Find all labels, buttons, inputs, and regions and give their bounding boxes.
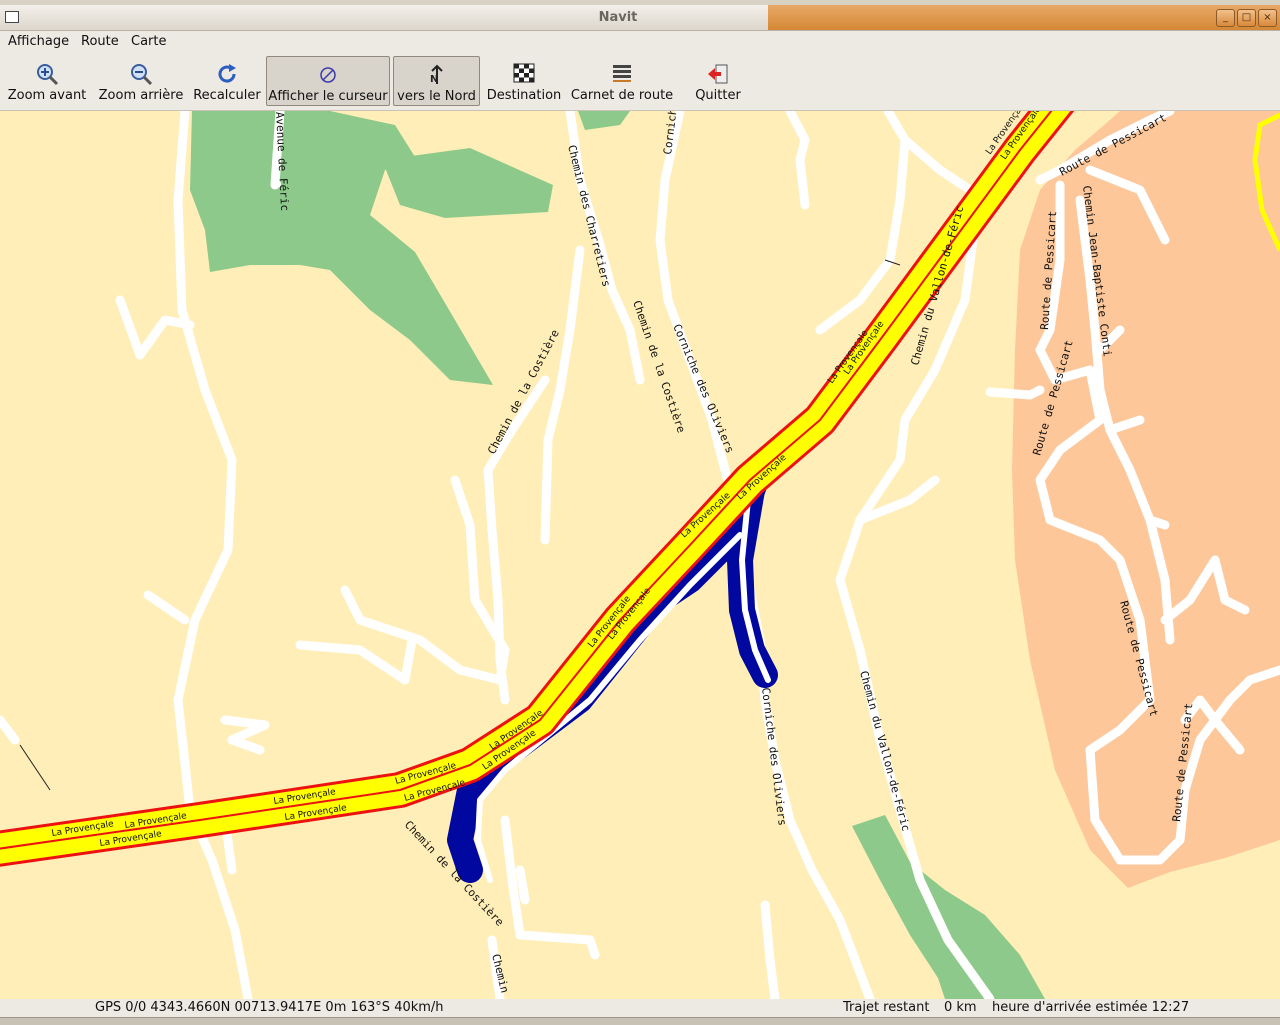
menu-carte[interactable]: Carte: [131, 34, 166, 49]
window-title: Navit: [598, 10, 638, 25]
remaining-value: 0 km: [944, 1000, 977, 1015]
close-button[interactable]: ×: [1258, 9, 1277, 27]
north-button[interactable]: N vers le Nord: [393, 56, 480, 106]
zoom-out-button[interactable]: Zoom arrière: [95, 56, 187, 106]
remaining-label: Trajet restant: [843, 1000, 930, 1015]
quit-label: Quitter: [695, 88, 741, 103]
show-cursor-button[interactable]: Afficher le curseur: [266, 56, 390, 106]
minimize-button[interactable]: _: [1216, 9, 1235, 27]
maximize-button[interactable]: □: [1237, 9, 1256, 27]
map-canvas[interactable]: Avenue de Féric Chemin des Charretiers C…: [0, 111, 1280, 999]
north-label: vers le Nord: [397, 89, 476, 104]
refresh-icon: [218, 64, 236, 83]
road-pessicart-5: [985, 385, 1045, 400]
zoom-out-label: Zoom arrière: [98, 88, 184, 103]
zoom-out-icon: [131, 64, 153, 86]
statusbar: GPS 0/0 4343.4660N 00713.9417E 0m 163°S …: [0, 999, 1280, 1017]
road-pessicart-7: [1145, 515, 1170, 530]
roadbook-label: Carnet de route: [570, 88, 674, 103]
toolbar: Zoom avant Zoom arrière Recalculer Affic…: [0, 54, 1280, 111]
menu-affichage[interactable]: Affichage: [8, 34, 69, 49]
window-titlebar[interactable]: Navit _ □ ×: [0, 5, 1280, 31]
show-cursor-label: Afficher le curseur: [268, 89, 388, 104]
roadbook-icon: [613, 65, 631, 82]
zoom-in-label: Zoom avant: [7, 88, 87, 103]
recalculate-label: Recalculer: [193, 88, 261, 103]
svg-text:N: N: [430, 74, 438, 85]
zoom-in-icon: [37, 64, 59, 86]
recalculate-button[interactable]: Recalculer: [191, 56, 263, 106]
roadbook-button[interactable]: Carnet de route: [568, 56, 676, 106]
cursor-icon: [320, 67, 336, 83]
eta-text: heure d'arrivée estimée 12:27: [992, 1000, 1190, 1015]
checkered-flag-icon: [513, 63, 535, 83]
road-south-2: [515, 865, 530, 905]
menu-route[interactable]: Route: [81, 34, 119, 49]
exit-icon: [708, 64, 728, 84]
north-arrow-icon: N: [430, 64, 443, 85]
destination-button[interactable]: Destination: [484, 56, 564, 106]
map-view[interactable]: Avenue de Féric Chemin des Charretiers C…: [0, 111, 1280, 999]
destination-label: Destination: [486, 88, 562, 103]
menubar: Affichage Route Carte: [0, 31, 1280, 54]
gps-status: GPS 0/0 4343.4660N 00713.9417E 0m 163°S …: [95, 1000, 444, 1015]
quit-button[interactable]: Quitter: [690, 56, 746, 106]
zoom-in-button[interactable]: Zoom avant: [4, 56, 90, 106]
